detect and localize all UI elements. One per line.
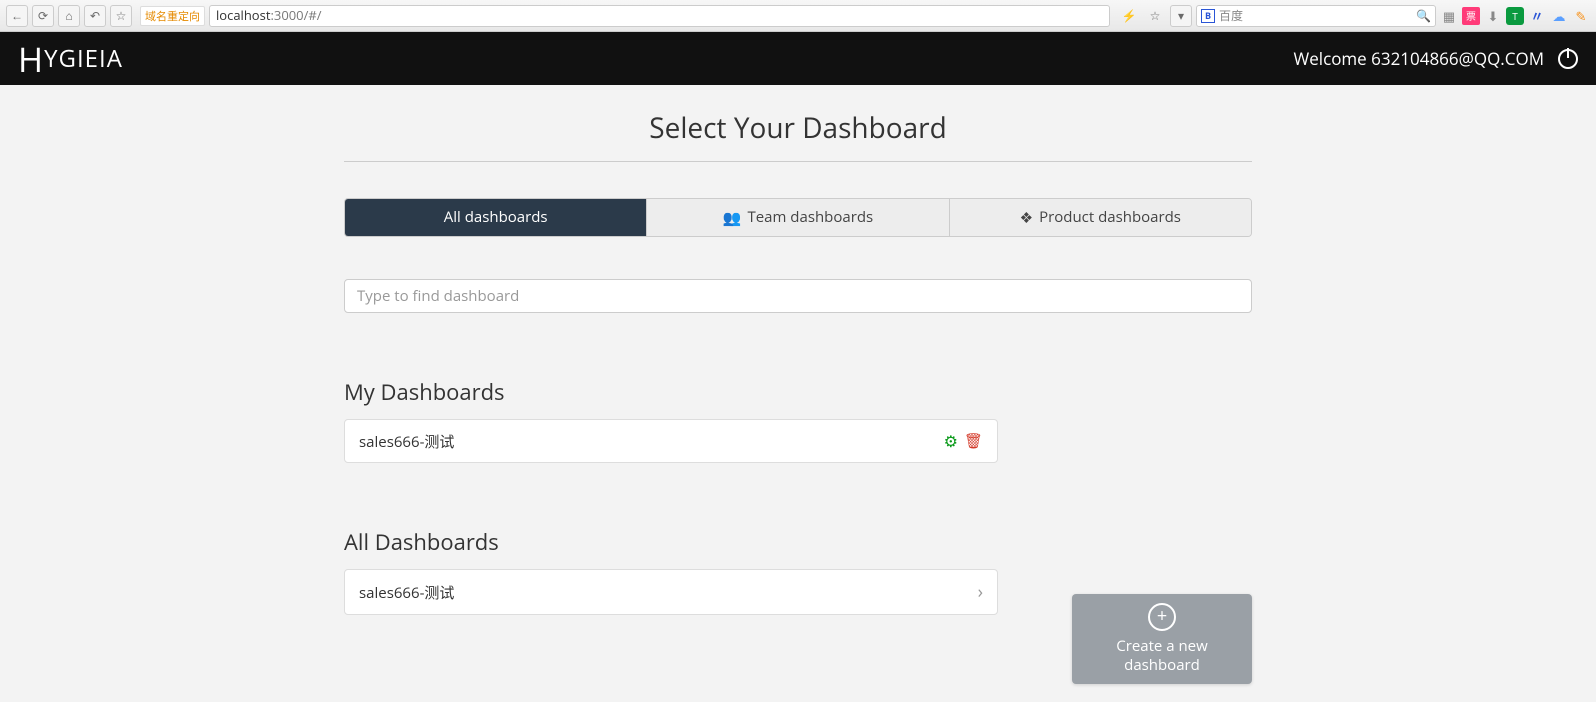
tab-label: Product dashboards bbox=[1039, 207, 1181, 227]
shield-icon[interactable]: T bbox=[1506, 7, 1524, 25]
ext-icon-2[interactable]: 〃 bbox=[1528, 7, 1546, 25]
tab-label: Team dashboards bbox=[748, 207, 874, 227]
undo-button[interactable]: ↶ bbox=[84, 5, 106, 27]
logout-icon[interactable] bbox=[1558, 49, 1578, 69]
lightning-icon[interactable]: ⚡ bbox=[1118, 5, 1140, 27]
welcome-text: Welcome 632104866@QQ.COM bbox=[1294, 47, 1544, 70]
create-card-line2: dashboard bbox=[1124, 656, 1200, 676]
app-logo[interactable]: HYGIEIA bbox=[18, 36, 123, 82]
home-button[interactable]: ⌂ bbox=[58, 5, 80, 27]
search-icon: 🔍 bbox=[1416, 7, 1431, 24]
url-rest: :3000/#/ bbox=[270, 6, 321, 24]
plus-circle-icon: + bbox=[1148, 603, 1176, 631]
app-header: HYGIEIA Welcome 632104866@QQ.COM bbox=[0, 32, 1596, 85]
dashboard-search-input[interactable] bbox=[344, 279, 1252, 313]
browser-toolbar: ← ⟳ ⌂ ↶ ☆ 域名重定向 localhost:3000/#/ ⚡ ☆ ▾ … bbox=[0, 0, 1596, 32]
my-dashboards-heading: My Dashboards bbox=[344, 377, 998, 407]
cubes-icon: ❖ bbox=[1020, 208, 1033, 228]
url-host: localhost bbox=[216, 6, 270, 24]
ext-icon-4[interactable]: ✎ bbox=[1572, 7, 1590, 25]
all-dashboards-heading: All Dashboards bbox=[344, 527, 998, 557]
address-bar[interactable]: localhost:3000/#/ bbox=[209, 5, 1110, 27]
baidu-icon: B bbox=[1201, 9, 1215, 23]
dashboard-tabs: All dashboards 👥 Team dashboards ❖ Product… bbox=[344, 198, 1252, 237]
page-title: Select Your Dashboard bbox=[344, 109, 1252, 147]
dashboard-actions: ⚙ 🗑 bbox=[944, 430, 983, 452]
users-icon: 👥 bbox=[723, 208, 742, 228]
ext-icon-3[interactable]: ☁ bbox=[1550, 7, 1568, 25]
bookmark-star-button[interactable]: ☆ bbox=[110, 5, 132, 27]
header-right: Welcome 632104866@QQ.COM bbox=[1294, 47, 1578, 70]
back-button[interactable]: ← bbox=[6, 5, 28, 27]
ext-icon-1[interactable]: 票 bbox=[1462, 7, 1480, 25]
grid-icon[interactable]: ▦ bbox=[1440, 7, 1458, 25]
tab-label: All dashboards bbox=[444, 207, 548, 227]
title-divider bbox=[344, 161, 1252, 162]
dashboard-name: sales666-测试 bbox=[359, 431, 454, 452]
redirect-badge: 域名重定向 bbox=[140, 6, 205, 26]
tab-all-dashboards[interactable]: All dashboards bbox=[345, 199, 646, 236]
tab-team-dashboards[interactable]: 👥 Team dashboards bbox=[646, 199, 948, 236]
dashboard-name: sales666-测试 bbox=[359, 582, 454, 603]
chevron-right-icon: › bbox=[978, 580, 983, 604]
gear-icon[interactable]: ⚙ bbox=[944, 430, 958, 452]
create-dashboard-button[interactable]: + Create a new dashboard bbox=[1072, 594, 1252, 684]
reload-button[interactable]: ⟳ bbox=[32, 5, 54, 27]
trash-icon[interactable]: 🗑 bbox=[964, 431, 983, 451]
star-icon[interactable]: ☆ bbox=[1144, 5, 1166, 27]
download-icon[interactable]: ⬇ bbox=[1484, 7, 1502, 25]
tab-product-dashboards[interactable]: ❖ Product dashboards bbox=[949, 199, 1251, 236]
main-container: Select Your Dashboard All dashboards 👥 Te… bbox=[344, 85, 1252, 684]
create-card-line1: Create a new bbox=[1116, 637, 1207, 657]
my-dashboard-item[interactable]: sales666-测试 ⚙ 🗑 bbox=[344, 419, 998, 463]
browser-search-box[interactable]: B 百度 🔍 bbox=[1196, 5, 1436, 27]
all-dashboard-item[interactable]: sales666-测试 › bbox=[344, 569, 998, 615]
dropdown-button[interactable]: ▾ bbox=[1170, 5, 1192, 27]
browser-search-placeholder: 百度 bbox=[1219, 7, 1243, 24]
